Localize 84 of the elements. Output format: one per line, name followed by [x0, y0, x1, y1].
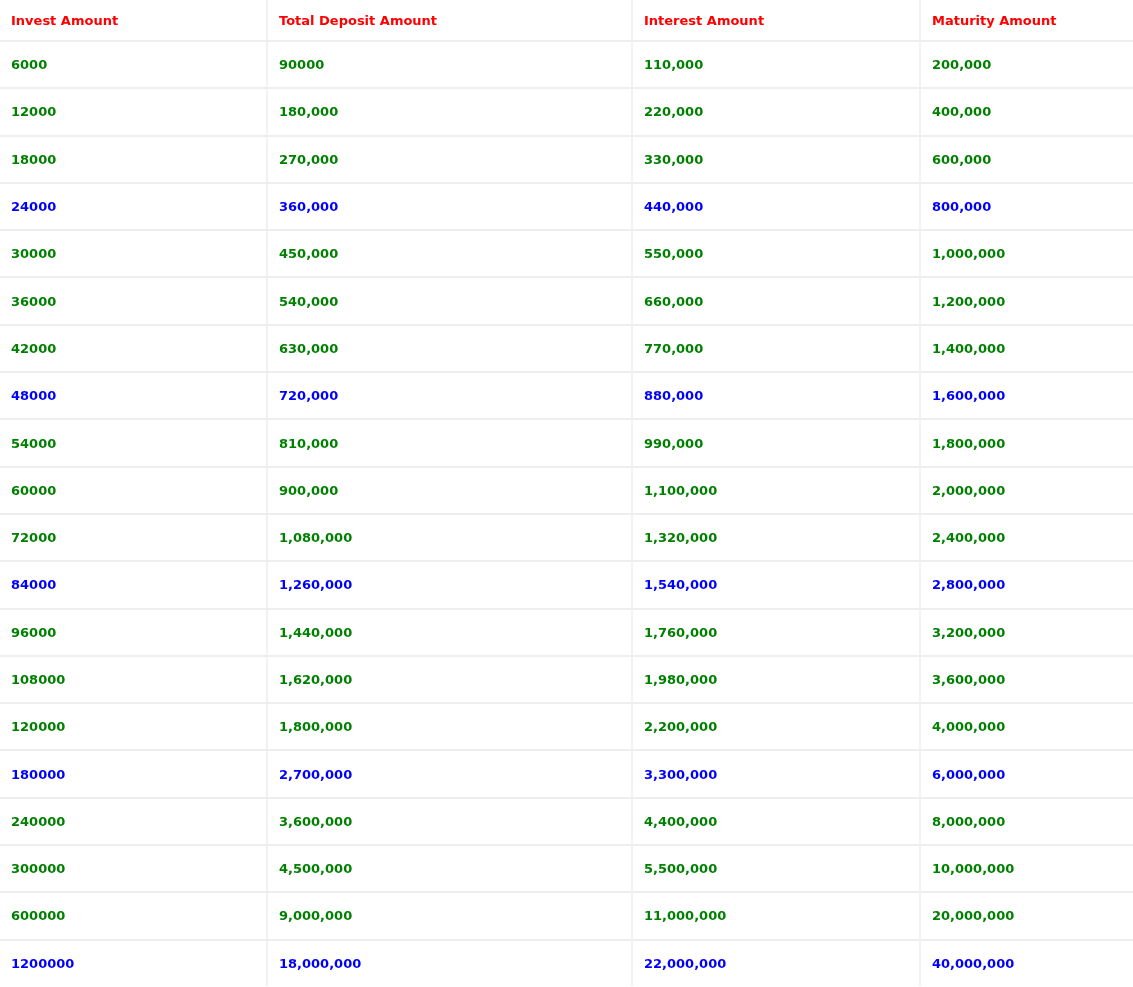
table-cell: 84000: [0, 561, 267, 609]
table-cell: 18,000,000: [267, 939, 632, 986]
table-cell: 880,000: [632, 372, 920, 420]
table-cell: 990,000: [632, 419, 920, 467]
table-cell: 270,000: [267, 135, 632, 183]
table-cell: 810,000: [267, 419, 632, 467]
table-cell: 600000: [0, 892, 267, 940]
table-cell: 6,000,000: [920, 750, 1133, 798]
table-cell: 360,000: [267, 182, 632, 231]
table-cell: 1,440,000: [267, 608, 632, 656]
table-cell: 1,800,000: [267, 703, 632, 751]
table-cell: 11,000,000: [632, 892, 920, 940]
table-cell: 2,200,000: [632, 703, 920, 751]
table-cell: 1200000: [0, 939, 267, 986]
table-cell: 54000: [0, 419, 267, 467]
table-cell: 40,000,000: [920, 939, 1133, 986]
table-cell: 3,600,000: [920, 655, 1133, 704]
table-cell: 4,400,000: [632, 797, 920, 846]
table-cell: 300000: [0, 845, 267, 893]
table-cell: 2,700,000: [267, 750, 632, 798]
column-header: Maturity Amount: [920, 0, 1133, 41]
table-cell: 550,000: [632, 230, 920, 278]
table-cell: 630,000: [267, 324, 632, 373]
column-header: Interest Amount: [632, 0, 920, 41]
table-cell: 1,980,000: [632, 655, 920, 704]
table-cell: 450,000: [267, 230, 632, 278]
table-cell: 1,600,000: [920, 372, 1133, 420]
table-cell: 120000: [0, 703, 267, 751]
table-cell: 22,000,000: [632, 939, 920, 986]
table-cell: 20,000,000: [920, 892, 1133, 940]
table-cell: 400,000: [920, 88, 1133, 136]
table-cell: 1,620,000: [267, 655, 632, 704]
table-cell: 108000: [0, 655, 267, 704]
column-header: Total Deposit Amount: [267, 0, 632, 41]
table-cell: 5,500,000: [632, 845, 920, 893]
table-cell: 4,000,000: [920, 703, 1133, 751]
table-cell: 3,200,000: [920, 608, 1133, 656]
table-cell: 1,760,000: [632, 608, 920, 656]
table-cell: 1,080,000: [267, 513, 632, 562]
table-cell: 330,000: [632, 135, 920, 183]
table-cell: 60000: [0, 466, 267, 514]
table-cell: 6000: [0, 41, 267, 89]
table-cell: 48000: [0, 372, 267, 420]
table-cell: 1,400,000: [920, 324, 1133, 373]
table-cell: 1,260,000: [267, 561, 632, 609]
table-cell: 3,300,000: [632, 750, 920, 798]
table-cell: 440,000: [632, 182, 920, 231]
table-cell: 18000: [0, 135, 267, 183]
table-cell: 1,800,000: [920, 419, 1133, 467]
table-cell: 3,600,000: [267, 797, 632, 846]
table-cell: 600,000: [920, 135, 1133, 183]
table-cell: 240000: [0, 797, 267, 846]
table-cell: 30000: [0, 230, 267, 278]
table-cell: 900,000: [267, 466, 632, 514]
table-cell: 72000: [0, 513, 267, 562]
table-cell: 2,400,000: [920, 513, 1133, 562]
table-cell: 2,000,000: [920, 466, 1133, 514]
table-cell: 540,000: [267, 277, 632, 325]
table-cell: 200,000: [920, 41, 1133, 89]
table-cell: 180,000: [267, 88, 632, 136]
table-cell: 36000: [0, 277, 267, 325]
table-cell: 1,200,000: [920, 277, 1133, 325]
table-cell: 42000: [0, 324, 267, 373]
table-cell: 720,000: [267, 372, 632, 420]
table-cell: 800,000: [920, 182, 1133, 231]
table-cell: 660,000: [632, 277, 920, 325]
table-cell: 180000: [0, 750, 267, 798]
table-cell: 110,000: [632, 41, 920, 89]
table-cell: 9,000,000: [267, 892, 632, 940]
table-cell: 90000: [267, 41, 632, 89]
table-cell: 4,500,000: [267, 845, 632, 893]
table-cell: 2,800,000: [920, 561, 1133, 609]
table-cell: 770,000: [632, 324, 920, 373]
column-header: Invest Amount: [0, 0, 267, 41]
table-cell: 1,000,000: [920, 230, 1133, 278]
table-cell: 12000: [0, 88, 267, 136]
table-cell: 1,320,000: [632, 513, 920, 562]
table-cell: 1,540,000: [632, 561, 920, 609]
table-cell: 24000: [0, 182, 267, 231]
table-cell: 8,000,000: [920, 797, 1133, 846]
table-cell: 10,000,000: [920, 845, 1133, 893]
table-cell: 1,100,000: [632, 466, 920, 514]
table-cell: 220,000: [632, 88, 920, 136]
table-cell: 96000: [0, 608, 267, 656]
